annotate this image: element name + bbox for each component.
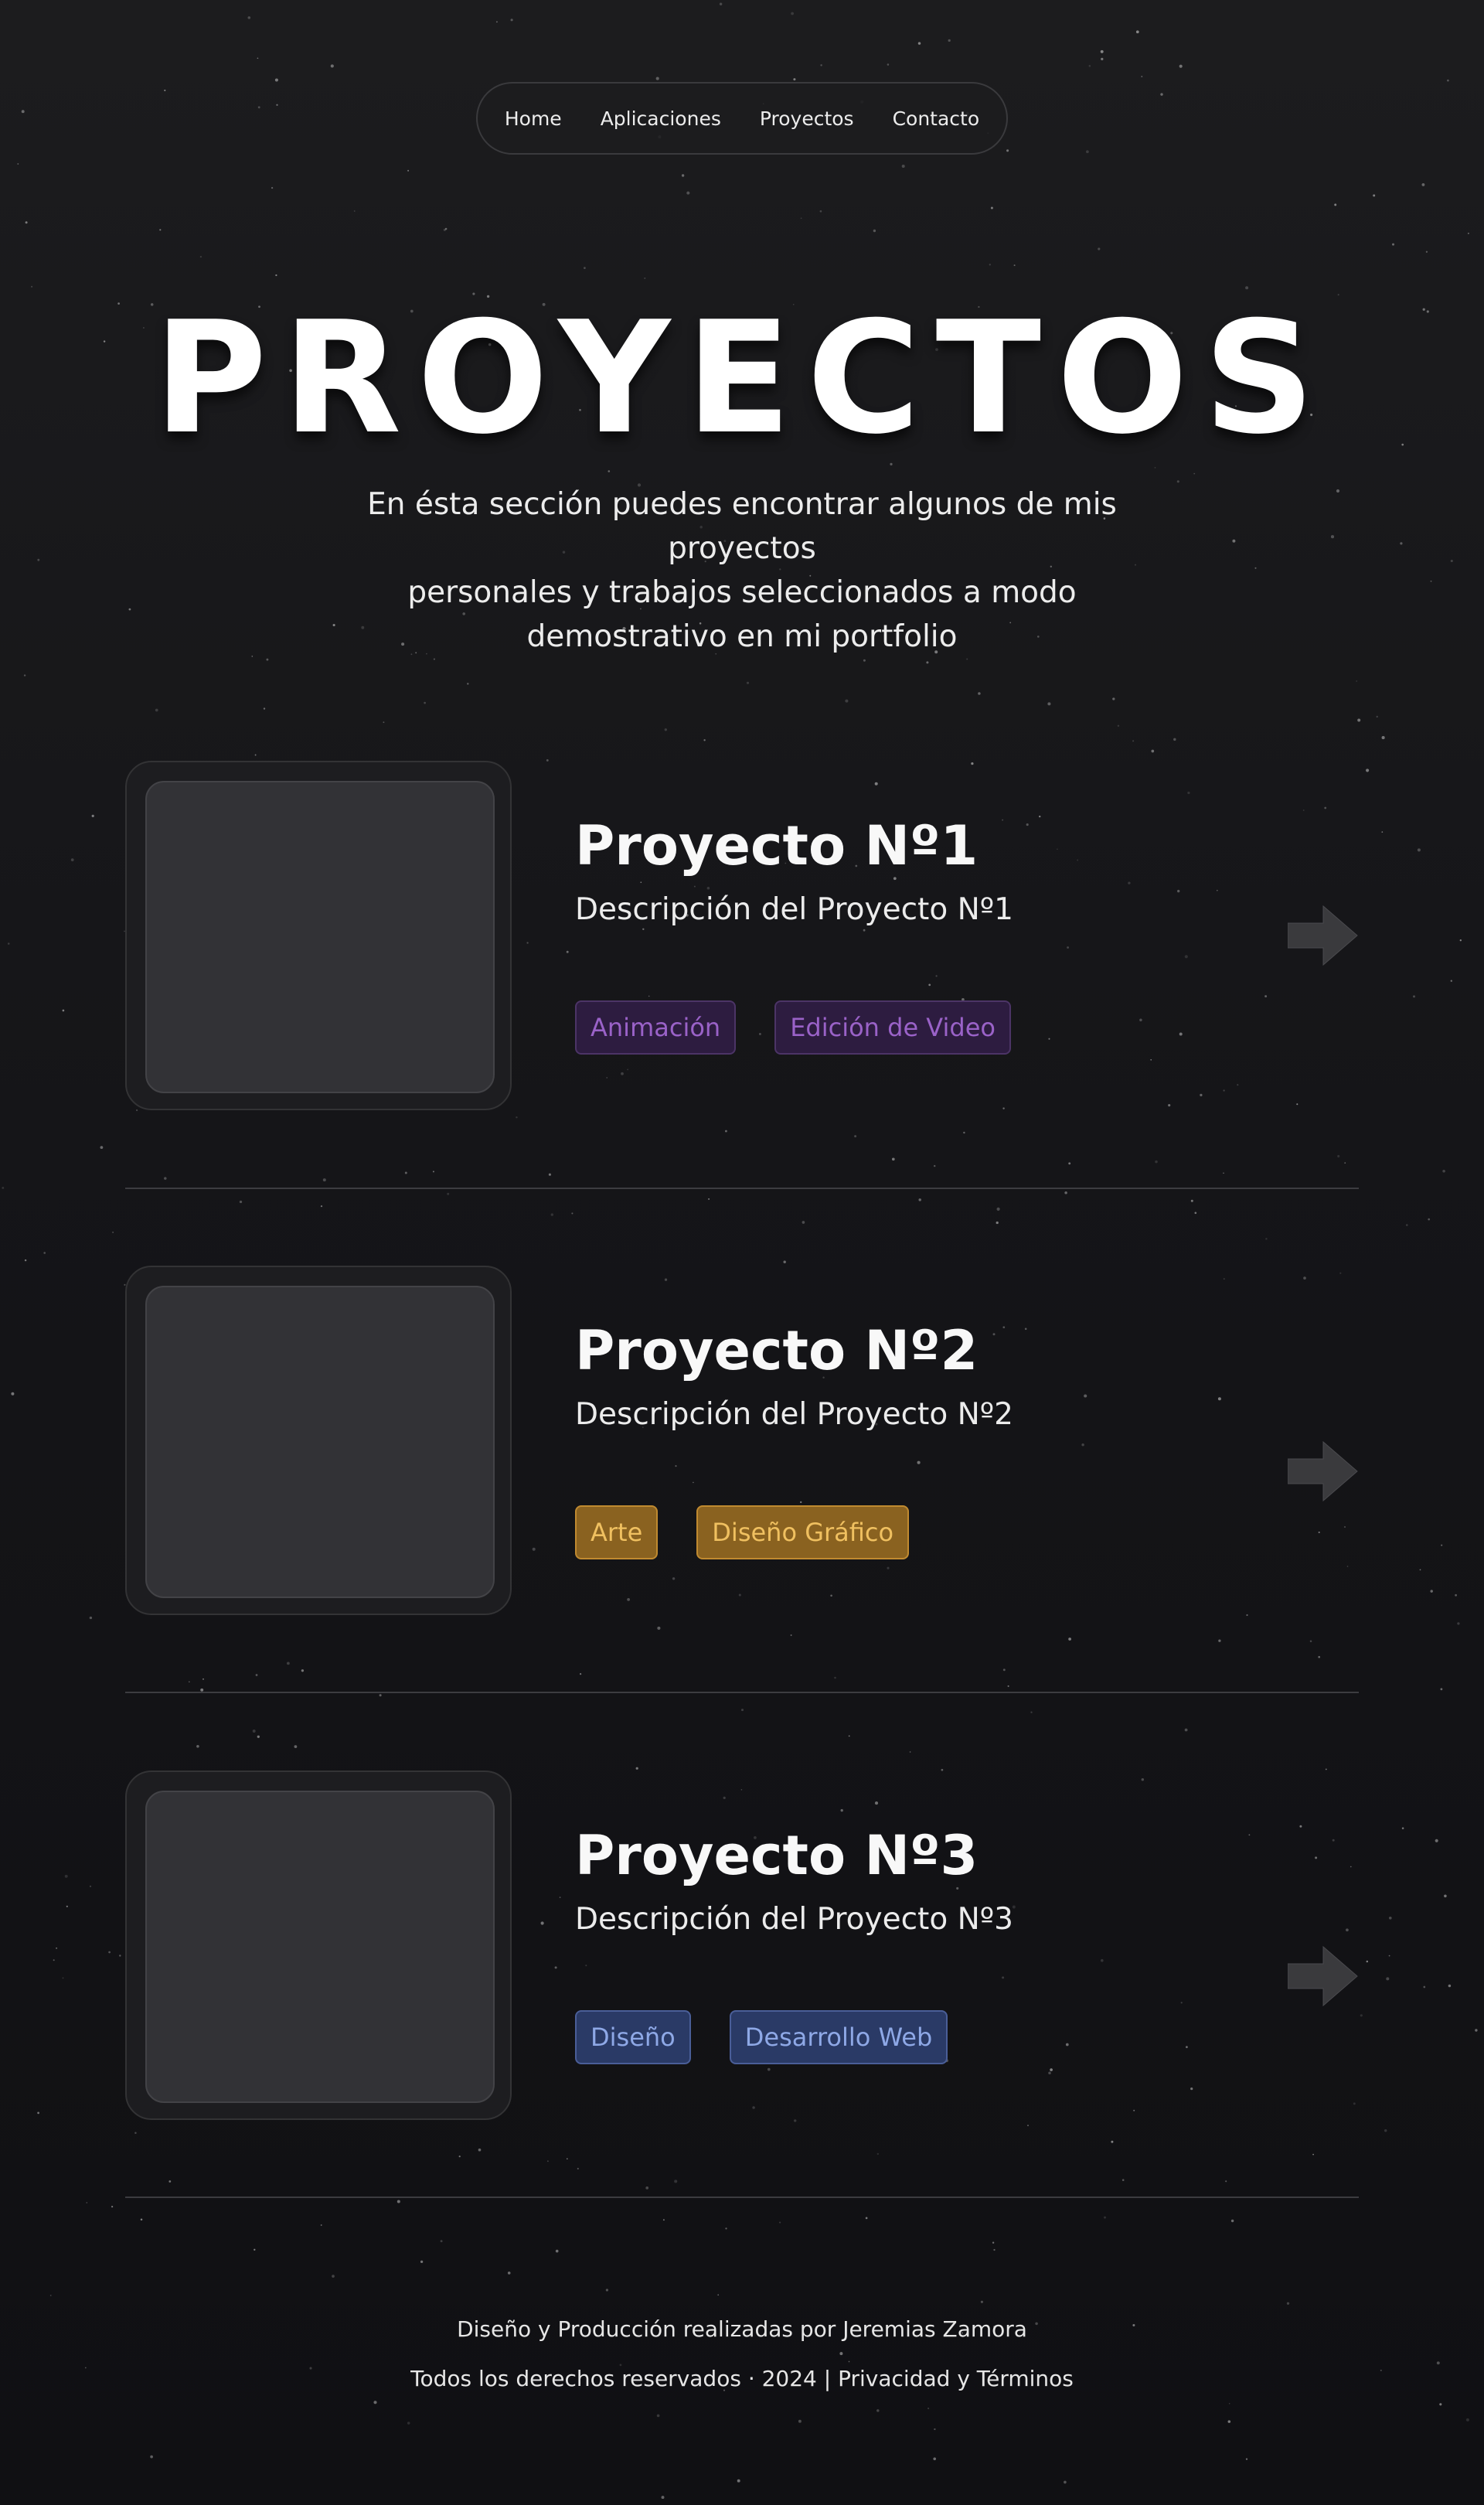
footer-separator: | bbox=[823, 2366, 832, 2391]
nav-link-aplicaciones[interactable]: Aplicaciones bbox=[601, 107, 721, 130]
footer-rights: Todos los derechos reservados · 2024 bbox=[410, 2366, 817, 2391]
nav-link-home[interactable]: Home bbox=[505, 107, 562, 130]
footer-credits: Diseño y Producción realizadas por Jerem… bbox=[457, 2316, 1027, 2342]
top-navigation: Home Aplicaciones Proyectos Contacto bbox=[476, 82, 1008, 155]
tag-animacion: Animación bbox=[575, 1000, 737, 1055]
project-title: Proyecto Nº2 bbox=[575, 1319, 979, 1382]
tag-desarrollo-web: Desarrollo Web bbox=[729, 2010, 948, 2064]
privacy-terms-link[interactable]: Privacidad y Términos bbox=[838, 2366, 1074, 2391]
page-subtitle: En ésta sección puedes encontrar algunos… bbox=[294, 482, 1190, 659]
arrow-right-icon[interactable] bbox=[1288, 1440, 1359, 1502]
section-divider bbox=[125, 1692, 1359, 1693]
subtitle-line: En ésta sección puedes encontrar algunos… bbox=[367, 487, 1117, 566]
project-card-3: Proyecto Nº3 Descripción del Proyecto Nº… bbox=[125, 1771, 1359, 2120]
project-title: Proyecto Nº1 bbox=[575, 814, 979, 878]
footer-legal: Todos los derechos reservados · 2024 | P… bbox=[0, 2366, 1484, 2391]
arrow-right-icon[interactable] bbox=[1288, 1945, 1359, 2007]
project-thumbnail-frame[interactable] bbox=[125, 761, 512, 1110]
project-thumbnail-frame[interactable] bbox=[125, 1771, 512, 2120]
tag-diseno: Diseño bbox=[575, 2010, 691, 2064]
project-thumbnail[interactable] bbox=[145, 1286, 495, 1598]
tag-edicion-de-video: Edición de Video bbox=[774, 1000, 1011, 1055]
project-thumbnail[interactable] bbox=[145, 781, 495, 1093]
tag-diseno-grafico: Diseño Gráfico bbox=[696, 1505, 910, 1559]
section-divider bbox=[125, 2197, 1359, 2198]
arrow-right-icon[interactable] bbox=[1288, 905, 1359, 966]
project-thumbnail[interactable] bbox=[145, 1791, 495, 2103]
project-thumbnail-frame[interactable] bbox=[125, 1266, 512, 1615]
project-tags: Arte Diseño Gráfico bbox=[575, 1505, 910, 1559]
project-description: Descripción del Proyecto Nº2 bbox=[575, 1397, 1013, 1432]
project-card-1: Proyecto Nº1 Descripción del Proyecto Nº… bbox=[125, 761, 1359, 1110]
nav-link-contacto[interactable]: Contacto bbox=[893, 107, 980, 130]
subtitle-line: personales y trabajos seleccionados a mo… bbox=[407, 575, 1077, 610]
project-description: Descripción del Proyecto Nº1 bbox=[575, 892, 1013, 927]
nav-link-proyectos[interactable]: Proyectos bbox=[760, 107, 854, 130]
project-tags: Animación Edición de Video bbox=[575, 1000, 1011, 1055]
section-divider bbox=[125, 1188, 1359, 1189]
tag-arte: Arte bbox=[575, 1505, 659, 1559]
page-title: PROYECTOS bbox=[153, 288, 1331, 469]
project-title: Proyecto Nº3 bbox=[575, 1824, 979, 1887]
subtitle-line: demostrativo en mi portfolio bbox=[526, 619, 958, 654]
project-card-2: Proyecto Nº2 Descripción del Proyecto Nº… bbox=[125, 1266, 1359, 1615]
project-description: Descripción del Proyecto Nº3 bbox=[575, 1902, 1013, 1937]
project-tags: Diseño Desarrollo Web bbox=[575, 2010, 948, 2064]
